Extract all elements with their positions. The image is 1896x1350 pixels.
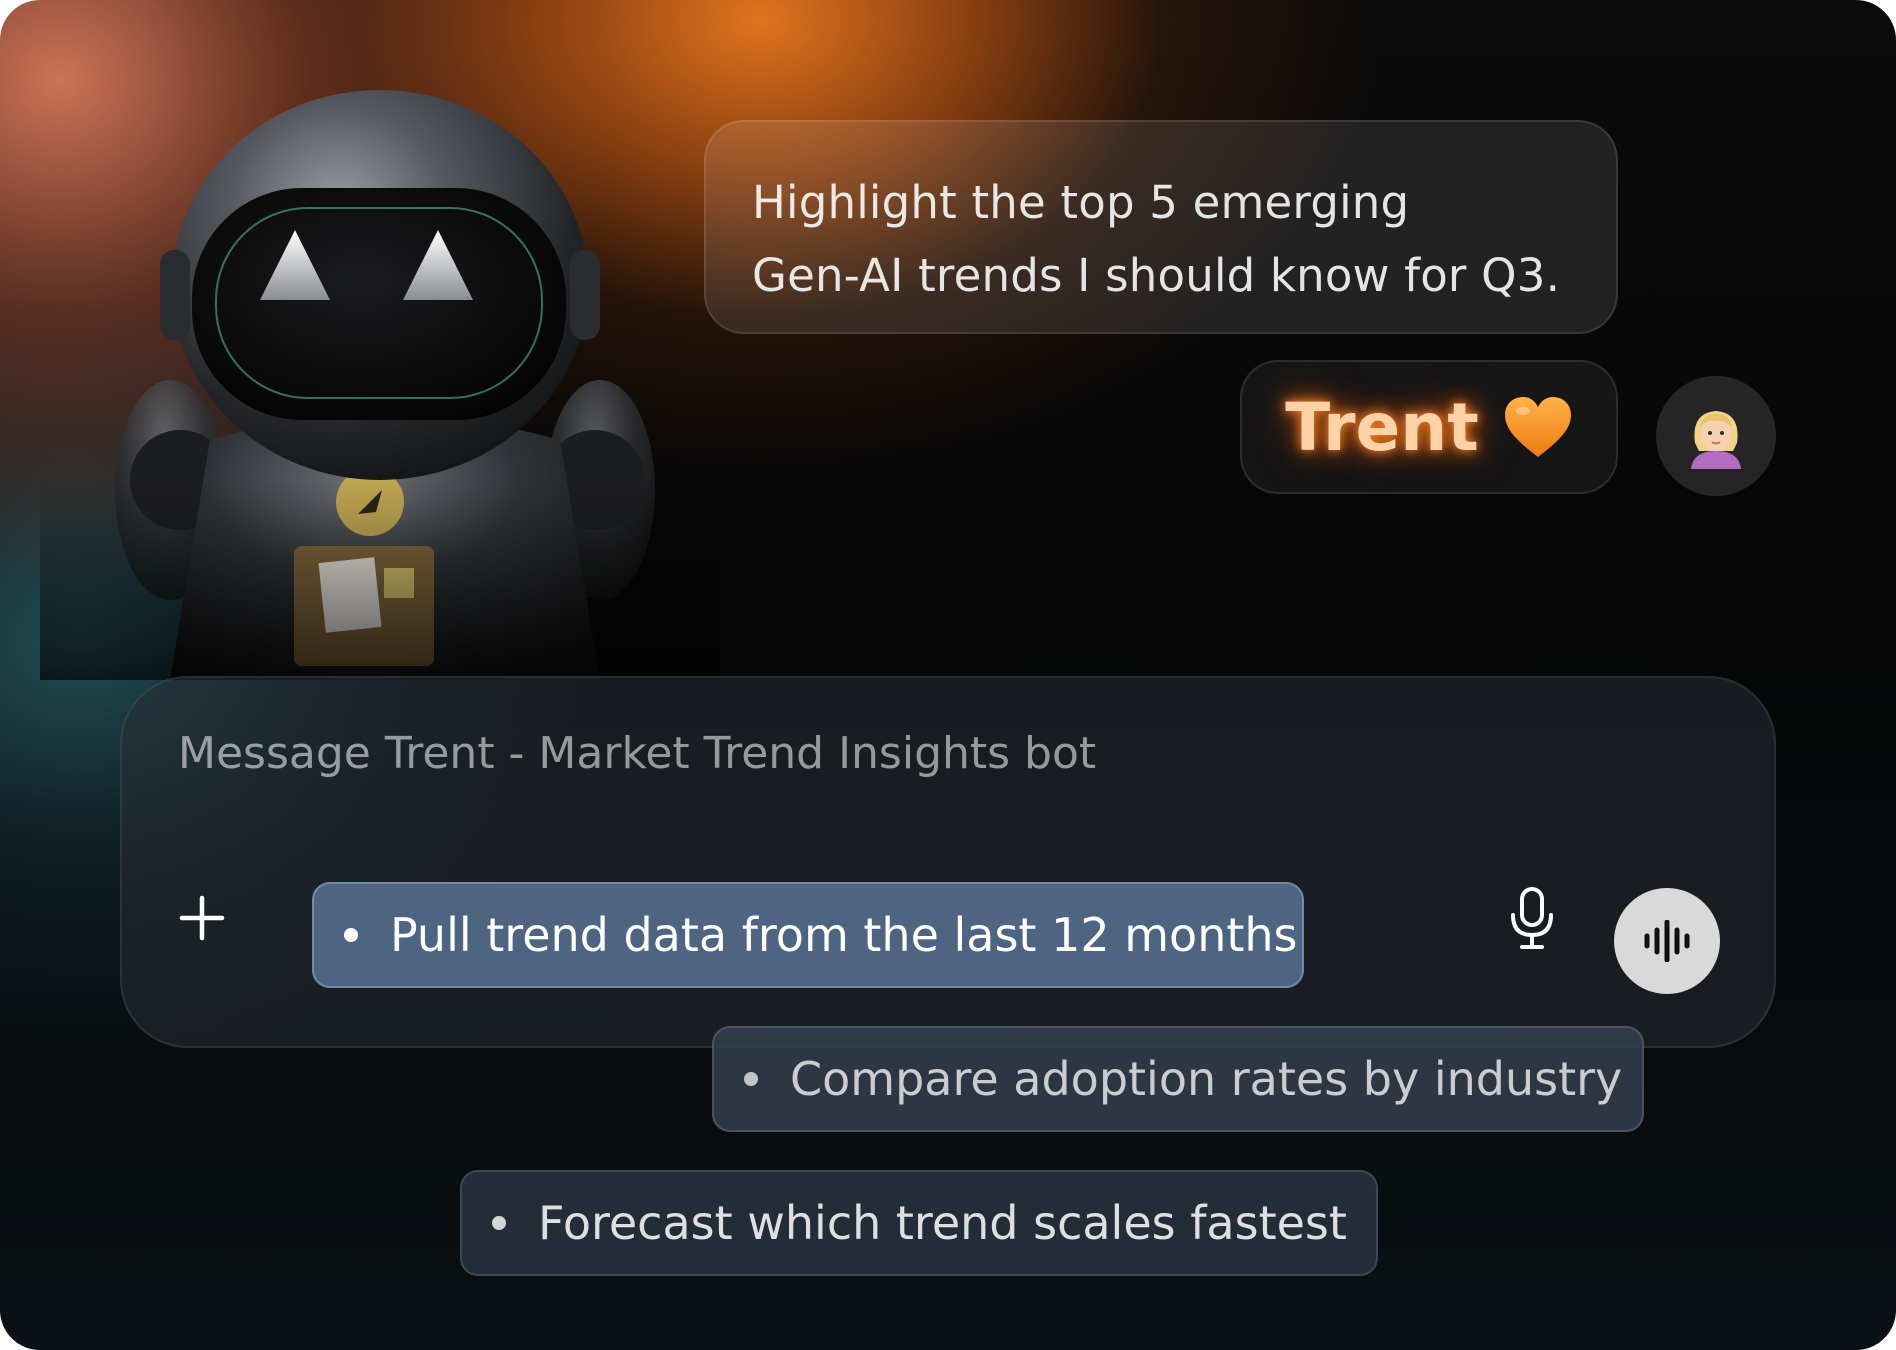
woman-avatar-icon — [1691, 411, 1741, 469]
message-composer — [120, 676, 1776, 1048]
bot-name-bubble: Trent — [1240, 360, 1618, 494]
bullet-icon — [492, 1216, 506, 1230]
microphone-icon — [1511, 887, 1553, 949]
bullet-icon — [344, 928, 358, 942]
microphone-button[interactable] — [1492, 878, 1572, 958]
message-input[interactable] — [178, 728, 1378, 779]
suggestion-chip-label: Forecast which trend scales fastest — [538, 1196, 1347, 1250]
voice-waveform-icon — [1644, 920, 1690, 962]
user-message-line-2: Gen-AI trends I should know for Q3. — [752, 249, 1561, 302]
add-attachment-button[interactable] — [162, 878, 242, 958]
voice-mode-button[interactable] — [1614, 888, 1720, 994]
robot-mascot-illustration — [40, 60, 720, 680]
user-message-bubble: Highlight the top 5 emerging Gen-AI tren… — [704, 120, 1618, 334]
chat-card: Highlight the top 5 emerging Gen-AI tren… — [0, 0, 1896, 1350]
suggestion-chip-label: Compare adoption rates by industry — [790, 1052, 1623, 1106]
bullet-icon — [744, 1072, 758, 1086]
suggestion-chip-forecast[interactable]: Forecast which trend scales fastest — [460, 1170, 1378, 1276]
user-message-line-1: Highlight the top 5 emerging — [752, 176, 1410, 229]
orange-heart-icon — [1504, 397, 1571, 457]
user-avatar — [1656, 376, 1776, 496]
suggestion-chip-label: Pull trend data from the last 12 months — [390, 908, 1298, 962]
suggestion-chip-trend-data[interactable]: Pull trend data from the last 12 months — [312, 882, 1304, 988]
plus-icon — [179, 895, 225, 941]
suggestion-chip-adoption-rates[interactable]: Compare adoption rates by industry — [712, 1026, 1644, 1132]
bot-name: Trent — [1285, 388, 1479, 466]
